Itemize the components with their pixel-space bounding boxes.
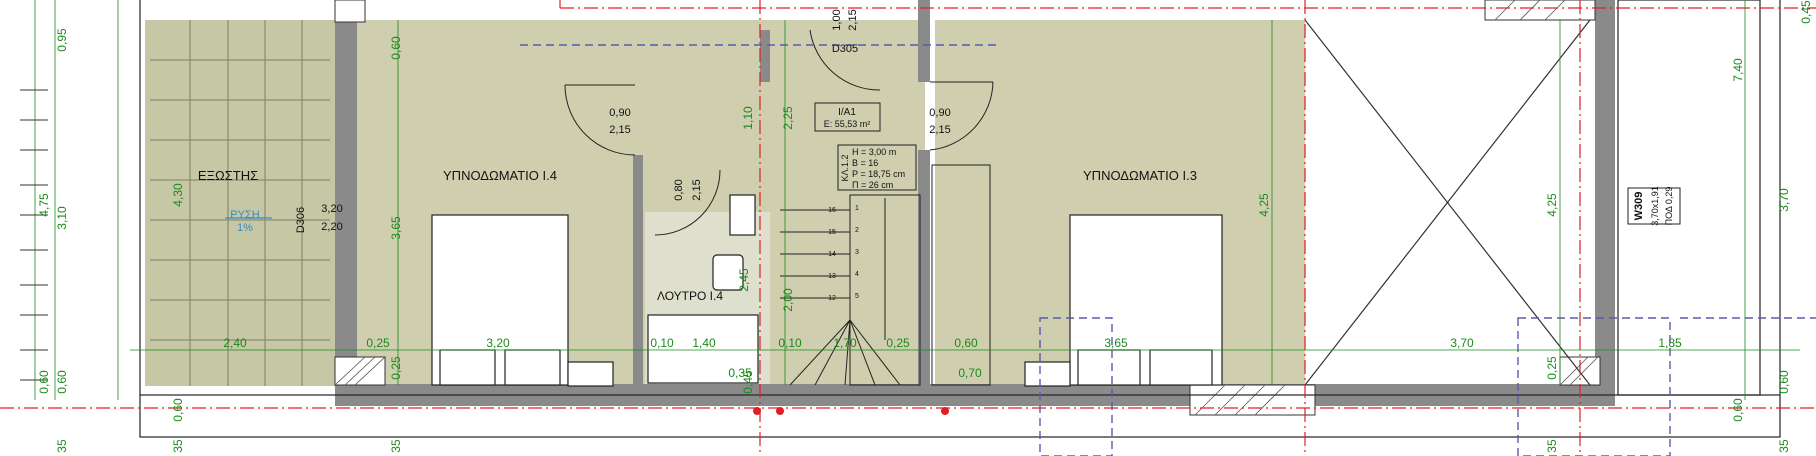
left-door-height: 2,15 [609,124,630,136]
bottom-number-5: 35 [1777,439,1791,453]
dim-h-14: 0,70 [958,366,982,380]
unit-code: Ι/Α1 [838,107,856,118]
room-label-bath: ΛΟΥΤΡΟ Ι.4 [657,289,723,303]
stair-line-3: Ρ = 18,75 cm [852,169,905,179]
slope-label: ΡΥΣΗ [230,209,259,221]
dim-v-3: 3,10 [55,206,69,230]
dim-v-23: 0,45 [1799,0,1813,24]
dim-h-8: 0,25 [886,336,910,350]
step-2: 2 [855,227,859,234]
dim-v-17: 4,25 [1545,193,1559,217]
door-d305-label: D305 [832,43,858,55]
stair-line-4: Π = 26 cm [852,180,893,190]
door-d306-width: 3,20 [321,203,342,215]
dim-h-9: 0,60 [954,336,978,350]
dim-h-11: 3,70 [1450,336,1474,350]
window-code: W309 [1633,192,1645,221]
step-4: 4 [855,271,859,278]
stair-tag: ΚΛ.1.2 [840,154,850,181]
dim-v-11: 1,10 [741,106,755,130]
stair-line-2: Β = 16 [852,158,878,168]
window-dims: 3,70x1,91 [1650,186,1660,226]
dim-h-4: 0,10 [650,336,674,350]
step-13: 13 [828,273,836,280]
left-door-width: 0,90 [609,107,630,119]
dim-v-16: 4,25 [1257,193,1271,217]
step-14: 14 [828,251,836,258]
top-door-width: 1,00 [831,9,843,30]
right-door-height: 2,15 [929,124,950,136]
bottom-number-3: 35 [389,439,403,453]
bottom-number-1: 35 [55,439,69,453]
dim-h-3: 3,20 [486,336,510,350]
dim-v-10: 0,25 [389,356,403,380]
step-1: 1 [855,205,859,212]
dim-v-13: 2,00 [781,288,795,312]
dim-h-5: 1,40 [692,336,716,350]
dim-v-7: 4,30 [171,183,185,207]
room-label-bedroom-left: ΥΠΝΟΔΩΜΑΤΙΟ Ι.4 [443,168,557,183]
dim-h-1: 2,40 [223,336,247,350]
step-3: 3 [855,249,859,256]
dim-v-19: 7,40 [1731,58,1745,82]
step-15: 15 [828,229,836,236]
door-d306-height: 2,20 [321,221,342,233]
dim-h-10: 3,65 [1104,336,1128,350]
room-label-exostis: ΕΞΩΣΤΗΣ [198,168,258,183]
bottom-number-4: 35 [1545,439,1559,453]
dim-v-9: 3,65 [389,216,403,240]
dim-v-8: 0,60 [389,36,403,60]
dim-v-12: 2,25 [781,106,795,130]
dim-v-4: 0,60 [37,370,51,394]
step-16: 16 [828,207,836,214]
dim-v-22: 0,60 [1731,398,1745,422]
bath-door-width: 0,80 [673,179,685,200]
stair-line-1: Η = 3,00 m [852,147,896,157]
dim-v-20: 3,70 [1777,188,1791,212]
dim-h-2: 0,25 [366,336,390,350]
ladder-marks [20,89,48,381]
window-sill: ΠΟΔ 0,29 [1664,187,1674,226]
bottom-number-2: 35 [171,439,185,453]
dim-v-21: 0,60 [1777,370,1791,394]
dim-h-6: 0,10 [778,336,802,350]
dim-v-14: 2,45 [737,268,751,292]
slope-value: 1% [237,222,253,234]
dim-h-12: 1,85 [1658,336,1682,350]
door-d306-label: D306 [295,207,307,233]
dim-v-2: 4,75 [37,193,51,217]
dim-h-7: 1,70 [833,336,857,350]
unit-area: Ε: 55,53 m² [824,119,871,129]
bath-door-height: 2,15 [691,179,703,200]
right-door-width: 0,90 [929,107,950,119]
dim-v-1: 0,95 [55,28,69,52]
step-5: 5 [855,293,859,300]
room-label-bedroom-right: ΥΠΝΟΔΩΜΑΤΙΟ Ι.3 [1083,168,1197,183]
top-door-height: 2,15 [847,9,859,30]
dim-v-15: 0,45 [741,370,755,394]
floor-plan: ΕΞΩΣΤΗΣ ΥΠΝΟΔΩΜΑΤΙΟ Ι.4 ΥΠΝΟΔΩΜΑΤΙΟ Ι.3 … [0,0,1816,456]
step-12: 12 [828,295,836,302]
dim-v-6: 0,60 [171,398,185,422]
bottom-numbers: 35 35 35 35 35 [55,439,1791,453]
dim-v-5: 0,60 [55,370,69,394]
dim-v-18: 0,25 [1545,356,1559,380]
